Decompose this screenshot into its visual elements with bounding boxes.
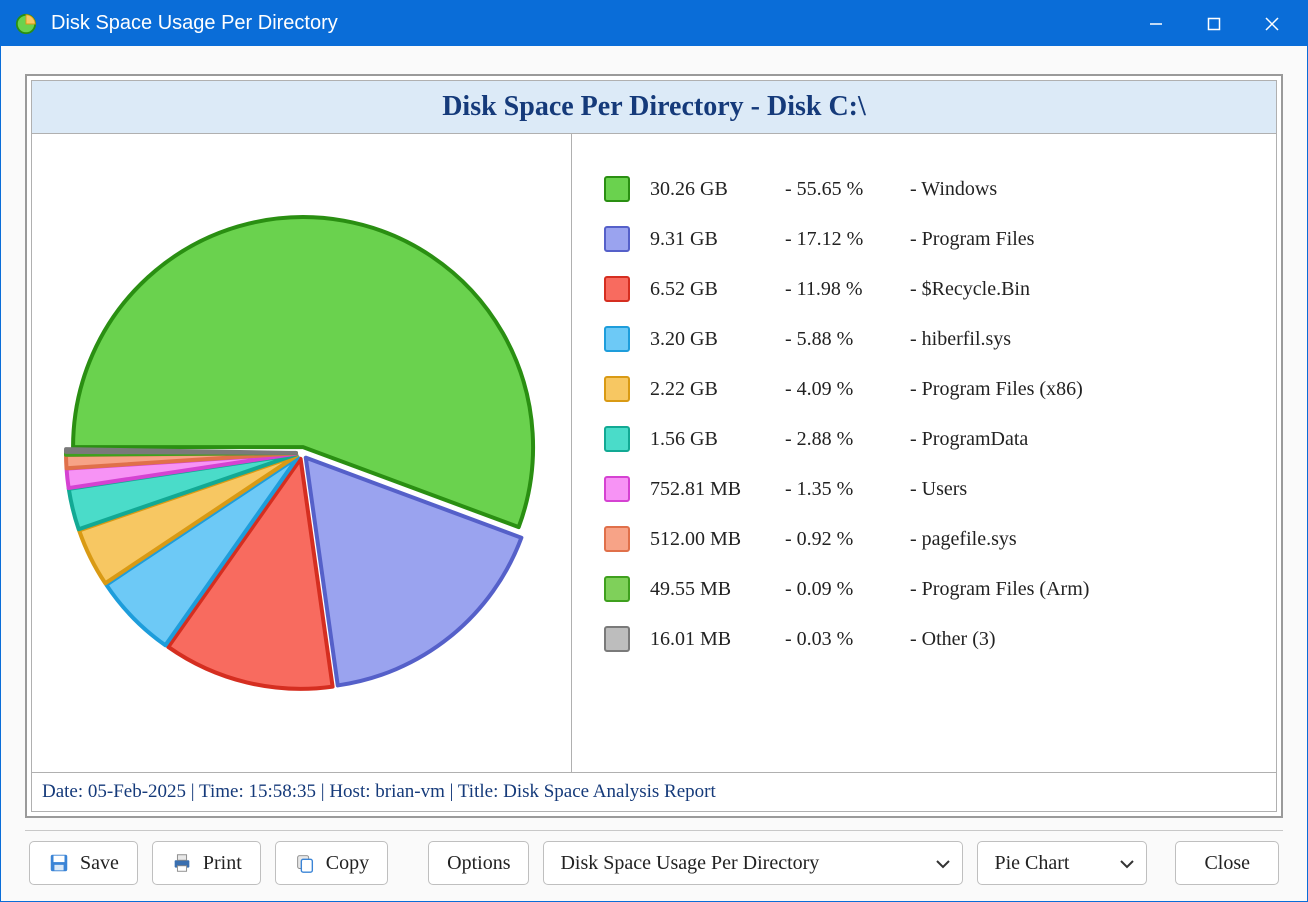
legend-name: - $Recycle.Bin [910,278,1256,301]
legend-percent: - 0.03 % [785,628,910,651]
legend-name: - Program Files (Arm) [910,578,1256,601]
legend-row: 3.20 GB- 5.88 %- hiberfil.sys [604,314,1256,364]
legend-swatch [604,576,630,602]
legend-row: 6.52 GB- 11.98 %- $Recycle.Bin [604,264,1256,314]
app-window: Disk Space Usage Per Directory Disk Spac… [0,0,1308,902]
legend-size: 752.81 MB [650,478,785,501]
legend-swatch [604,376,630,402]
legend-name: - Windows [910,178,1256,201]
legend-size: 16.01 MB [650,628,785,651]
chart-type-value: Pie Chart [994,852,1108,875]
print-button[interactable]: Print [152,841,261,885]
legend-percent: - 0.09 % [785,578,910,601]
legend-name: - Other (3) [910,628,1256,651]
pie-panel [32,134,572,772]
legend-name: - Users [910,478,1256,501]
copy-label: Copy [326,852,369,875]
legend-swatch [604,526,630,552]
legend-swatch [604,476,630,502]
print-icon [171,852,193,874]
legend-percent: - 17.12 % [785,228,910,251]
pie-chart [52,193,552,713]
close-window-button[interactable] [1243,4,1301,44]
legend-row: 16.01 MB- 0.03 %- Other (3) [604,614,1256,664]
chart-type-select[interactable]: Pie Chart [977,841,1147,885]
legend-swatch [604,326,630,352]
close-button[interactable]: Close [1175,841,1279,885]
chevron-down-icon [1120,852,1134,875]
options-label: Options [447,852,510,875]
save-button[interactable]: Save [29,841,138,885]
legend-size: 9.31 GB [650,228,785,251]
minimize-button[interactable] [1127,4,1185,44]
legend-percent: - 11.98 % [785,278,910,301]
legend-size: 512.00 MB [650,528,785,551]
legend-swatch [604,226,630,252]
legend-size: 49.55 MB [650,578,785,601]
legend-row: 49.55 MB- 0.09 %- Program Files (Arm) [604,564,1256,614]
report-type-value: Disk Space Usage Per Directory [560,852,924,875]
options-button[interactable]: Options [428,841,529,885]
copy-button[interactable]: Copy [275,841,388,885]
window-title: Disk Space Usage Per Directory [51,12,1127,35]
legend-swatch [604,176,630,202]
app-icon [15,13,37,35]
legend-size: 3.20 GB [650,328,785,351]
chevron-down-icon [936,852,950,875]
report-footer: Date: 05-Feb-2025 | Time: 15:58:35 | Hos… [32,772,1276,811]
titlebar[interactable]: Disk Space Usage Per Directory [1,1,1307,46]
print-label: Print [203,852,242,875]
legend-percent: - 4.09 % [785,378,910,401]
report-type-select[interactable]: Disk Space Usage Per Directory [543,841,963,885]
legend-name: - pagefile.sys [910,528,1256,551]
close-label: Close [1204,852,1250,875]
legend-name: - ProgramData [910,428,1256,451]
window-controls [1127,4,1301,44]
legend-row: 1.56 GB- 2.88 %- ProgramData [604,414,1256,464]
maximize-button[interactable] [1185,4,1243,44]
toolbar: Save Print Copy Options Disk Space Usage… [25,841,1283,889]
legend-swatch [604,626,630,652]
pie-slice [66,449,296,453]
client-area: Disk Space Per Directory - Disk C:\ 30.2… [1,46,1307,901]
legend-row: 512.00 MB- 0.92 %- pagefile.sys [604,514,1256,564]
legend-row: 30.26 GB- 55.65 %- Windows [604,164,1256,214]
report-frame: Disk Space Per Directory - Disk C:\ 30.2… [25,74,1283,818]
save-label: Save [80,852,119,875]
legend-name: - Program Files [910,228,1256,251]
legend-percent: - 1.35 % [785,478,910,501]
legend-swatch [604,426,630,452]
save-icon [48,852,70,874]
legend-size: 1.56 GB [650,428,785,451]
legend-name: - Program Files (x86) [910,378,1256,401]
copy-icon [294,852,316,874]
divider [25,830,1283,831]
legend-percent: - 2.88 % [785,428,910,451]
report-inner: Disk Space Per Directory - Disk C:\ 30.2… [31,80,1277,812]
legend-row: 2.22 GB- 4.09 %- Program Files (x86) [604,364,1256,414]
legend-percent: - 5.88 % [785,328,910,351]
legend-panel: 30.26 GB- 55.65 %- Windows9.31 GB- 17.12… [572,134,1276,772]
legend-percent: - 0.92 % [785,528,910,551]
legend-name: - hiberfil.sys [910,328,1256,351]
legend-row: 752.81 MB- 1.35 %- Users [604,464,1256,514]
legend-percent: - 55.65 % [785,178,910,201]
legend-size: 6.52 GB [650,278,785,301]
legend-swatch [604,276,630,302]
chart-body: 30.26 GB- 55.65 %- Windows9.31 GB- 17.12… [32,134,1276,772]
legend-row: 9.31 GB- 17.12 %- Program Files [604,214,1256,264]
legend-size: 2.22 GB [650,378,785,401]
legend-size: 30.26 GB [650,178,785,201]
chart-title: Disk Space Per Directory - Disk C:\ [32,81,1276,134]
